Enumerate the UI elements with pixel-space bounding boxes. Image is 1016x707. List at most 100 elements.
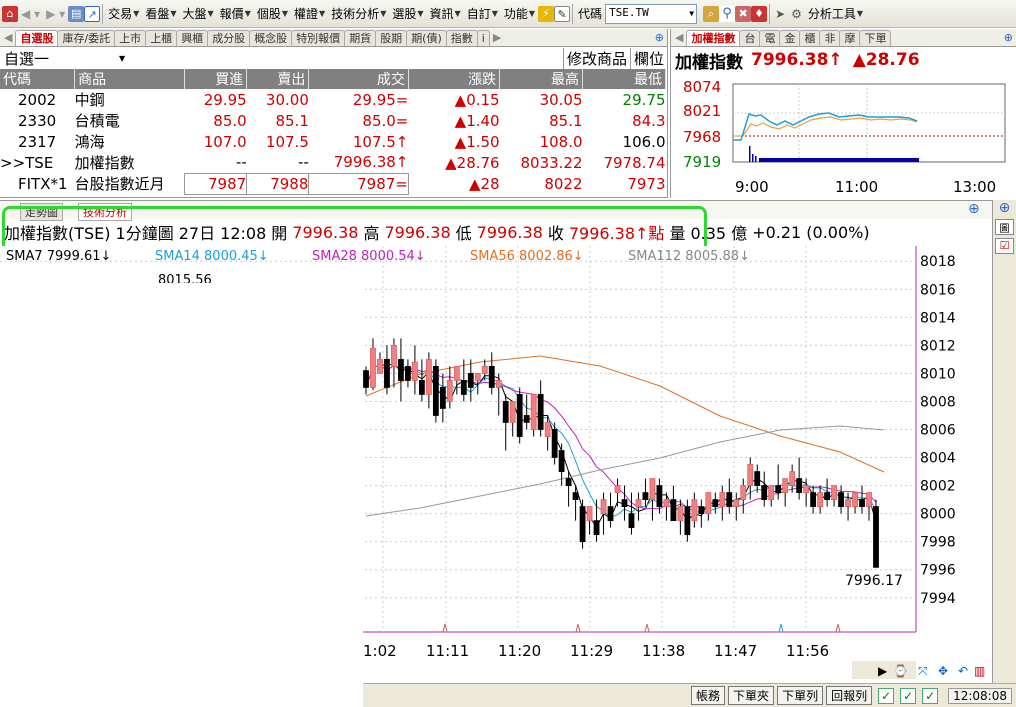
- list-selector-row: 自選一 ▼ 修改商品 欄位: [0, 47, 667, 69]
- clock-icon[interactable]: ⌚: [893, 664, 908, 678]
- table-row[interactable]: 2002 中鋼 29.95 30.00 29.95= ▲0.15 30.05 2…: [0, 89, 666, 110]
- tab-order[interactable]: 下單: [859, 30, 892, 46]
- candle-body: [719, 492, 726, 508]
- binoculars-icon[interactable]: ⌕: [703, 5, 720, 22]
- mini-intraday-chart[interactable]: 8074 8021 7968 7919 9:00 11:00 13:00: [671, 74, 1016, 198]
- table-row[interactable]: FITX*1 台股指數近月 7987 7988 7987= ▲28 8022 7…: [0, 172, 666, 195]
- chevron-down-icon[interactable]: ▼: [119, 54, 125, 63]
- table-row[interactable]: >>TSE 加權指數 -- -- 7996.38↑ ▲28.76 8033.22…: [0, 152, 666, 173]
- tab-scroll-right-icon[interactable]: ▶: [489, 30, 505, 46]
- menu-market[interactable]: 大盤 ▼: [180, 3, 217, 25]
- menu-info[interactable]: 資訊 ▼: [427, 3, 464, 25]
- move-icon[interactable]: ✥: [938, 664, 948, 678]
- tab-otc[interactable]: 上櫃: [145, 30, 178, 46]
- candle-body: [432, 365, 439, 416]
- tab-concept[interactable]: 概念股: [249, 30, 293, 46]
- zoom-fit-icon[interactable]: ⤧: [918, 664, 928, 678]
- order-bar-button[interactable]: 下單列: [777, 686, 824, 705]
- report-bar-button[interactable]: 回報列: [826, 686, 873, 705]
- search-icon[interactable]: ⚲: [719, 5, 736, 22]
- ma-legend-sma28: SMA28 8000.54↓: [312, 249, 426, 264]
- forward-icon[interactable]: ▶ ▾: [43, 3, 68, 25]
- zoom-icon[interactable]: ⊕: [651, 30, 667, 46]
- list-select[interactable]: 自選一: [4, 48, 49, 69]
- menu-label: 報價: [219, 7, 244, 21]
- menu-warrant[interactable]: 權證 ▼: [291, 3, 328, 25]
- tab-scroll-left-icon[interactable]: ◀: [0, 30, 16, 46]
- order-folder-button[interactable]: 下單夾: [728, 686, 775, 705]
- tab-inventory[interactable]: 庫存/委託: [57, 30, 116, 46]
- tab-finance[interactable]: 金: [779, 30, 801, 46]
- tab-futures[interactable]: 期貨: [344, 30, 377, 46]
- tab-scroll-left-icon[interactable]: ◀: [671, 30, 687, 46]
- home-icon[interactable]: ⌂: [2, 5, 18, 22]
- cell-bid[interactable]: 7987: [183, 172, 248, 195]
- col-name[interactable]: 商品: [74, 69, 185, 89]
- code-input[interactable]: TSE.TW ▼: [605, 3, 698, 24]
- tab-index[interactable]: 指數: [445, 30, 478, 46]
- menu-stock[interactable]: 個股 ▼: [254, 3, 291, 25]
- zoom-icon[interactable]: ⊕: [968, 201, 980, 217]
- tab-bond-futures[interactable]: 期(債): [406, 30, 447, 46]
- menu-screener[interactable]: 選股 ▼: [389, 3, 426, 25]
- candle-body: [740, 485, 747, 501]
- cell-name: 台積電: [74, 112, 120, 130]
- menu-custom[interactable]: 自訂 ▼: [464, 3, 501, 25]
- undo-icon[interactable]: ↶: [958, 664, 968, 678]
- col-bid[interactable]: 買進: [184, 69, 248, 89]
- chevron-right-icon[interactable]: ▶: [878, 664, 888, 678]
- back-icon[interactable]: ◀ ▾: [18, 3, 43, 25]
- col-ask[interactable]: 賣出: [246, 69, 310, 89]
- col-high[interactable]: 最高: [499, 69, 584, 89]
- account-button[interactable]: 帳務: [691, 686, 726, 705]
- col-code[interactable]: 代碼: [0, 69, 76, 89]
- tools-icon[interactable]: ✖: [735, 5, 752, 22]
- external-link-icon[interactable]: ↗: [84, 5, 101, 22]
- menu-trade[interactable]: 交易 ▼: [105, 3, 142, 25]
- bookmark-icon[interactable]: ♦: [751, 5, 768, 22]
- check-icon[interactable]: ✓: [878, 687, 895, 704]
- col-change[interactable]: 漲跌: [408, 69, 501, 89]
- candle-body: [391, 344, 397, 367]
- table-row[interactable]: 2330 台積電 85.0 85.1 85.0= ▲1.40 85.1 84.3: [0, 110, 666, 131]
- cell-name: 鴻海: [74, 133, 105, 151]
- modify-button[interactable]: 修改商品: [562, 47, 630, 69]
- cell-last[interactable]: 7987=: [308, 172, 409, 195]
- col-low[interactable]: 最低: [582, 69, 666, 89]
- zoom-icon[interactable]: ⊕: [1000, 30, 1016, 46]
- tab-non-finance[interactable]: 非: [819, 30, 841, 46]
- menu-function[interactable]: 功能 ▼: [501, 3, 538, 25]
- side-tab[interactable]: 圖: [995, 219, 1014, 235]
- tab-special-quote[interactable]: 特別報價: [291, 30, 346, 46]
- check-icon[interactable]: ✓: [922, 687, 939, 704]
- menu-technical[interactable]: 技術分析 ▼: [328, 3, 389, 25]
- chevron-down-icon[interactable]: ▼: [689, 5, 694, 23]
- cell-ask[interactable]: 7988: [246, 172, 310, 195]
- print-icon[interactable]: ▤: [68, 5, 85, 22]
- menu-watch[interactable]: 看盤 ▼: [142, 3, 179, 25]
- analysis-tools-menu[interactable]: 分析工具 ▼: [805, 3, 866, 25]
- tab-otc-index[interactable]: 櫃: [799, 30, 821, 46]
- settings-icon[interactable]: ⚙: [788, 3, 805, 25]
- bar-chart-icon[interactable]: ▥: [974, 664, 985, 678]
- table-row[interactable]: 2317 鴻海 107.0 107.5 107.5↑ ▲1.50 108.0 1…: [0, 131, 666, 152]
- tab-more[interactable]: i: [476, 30, 490, 46]
- tab-components[interactable]: 成分股: [207, 30, 251, 46]
- checkbox-icon[interactable]: ☑: [995, 238, 1014, 254]
- tab-emerging[interactable]: 興櫃: [176, 30, 209, 46]
- notepad-icon[interactable]: ✎: [554, 5, 571, 22]
- tab-stock-futures[interactable]: 股期: [375, 30, 408, 46]
- tab-tw[interactable]: 台: [739, 30, 761, 46]
- tab-watchlist[interactable]: 自選股: [15, 30, 59, 46]
- menu-quote[interactable]: 報價 ▼: [217, 3, 254, 25]
- pointer-icon[interactable]: ➤: [772, 3, 788, 25]
- col-last[interactable]: 成交: [308, 69, 409, 89]
- tab-taiex[interactable]: 加權指數: [686, 30, 741, 46]
- check-icon[interactable]: ✓: [900, 687, 917, 704]
- tab-electronics[interactable]: 電: [759, 30, 781, 46]
- tab-listed[interactable]: 上市: [114, 30, 147, 46]
- tab-msci[interactable]: 摩: [839, 30, 861, 46]
- columns-button[interactable]: 欄位: [629, 47, 667, 69]
- lightning-icon[interactable]: ⚡: [538, 5, 555, 22]
- zoom-icon[interactable]: ⊕: [993, 200, 1016, 216]
